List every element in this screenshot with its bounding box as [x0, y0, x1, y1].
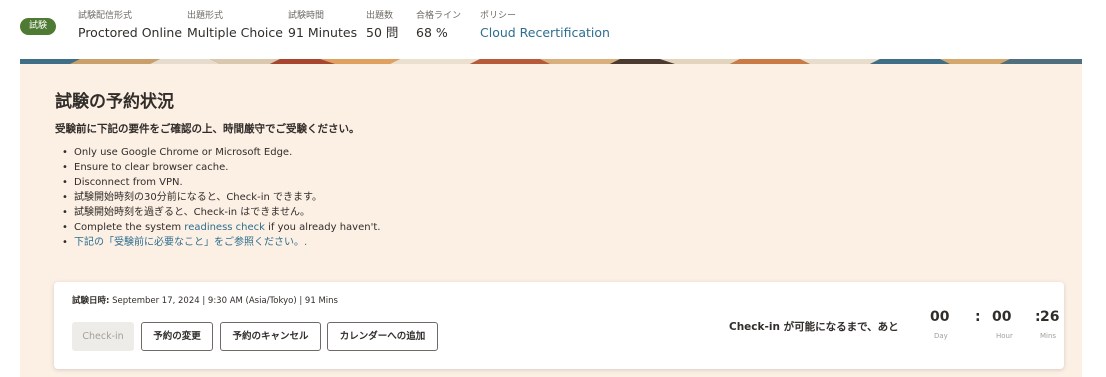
countdown-hours: 00 — [992, 309, 1012, 325]
page-subtitle: 受験前に下記の要件をご確認の上、時間厳守でご受験ください。 — [55, 123, 360, 135]
exam-datetime-value: September 17, 2024 | 9:30 AM (Asia/Tokyo… — [109, 296, 338, 306]
meta-duration-value: 91 Minutes — [288, 25, 358, 40]
meta-passing-value: 68 % — [416, 25, 448, 40]
countdown-days-unit: Day — [934, 332, 948, 340]
meta-delivery-key: 試験配信形式 — [78, 11, 133, 21]
meta-format-key: 出題形式 — [187, 11, 224, 21]
countdown-hours-unit: Hour — [996, 332, 1013, 340]
see-below-link[interactable]: 下記の「受験前に必要なこと」をご参照ください。. — [60, 235, 380, 250]
requirement-item: Ensure to clear browser cache. — [60, 160, 380, 175]
policy-link[interactable]: Cloud Recertification — [480, 24, 610, 42]
decorative-banner — [20, 54, 1082, 64]
exam-datetime: 試験日時: September 17, 2024 | 9:30 AM (Asia… — [72, 294, 338, 306]
add-to-calendar-button[interactable]: カレンダーへの追加 — [327, 322, 438, 351]
booking-card: 試験日時: September 17, 2024 | 9:30 AM (Asia… — [54, 282, 1064, 369]
readiness-text-after: if you already haven't. — [264, 222, 381, 233]
meta-format: 出題形式 Multiple Choice — [187, 11, 283, 42]
requirement-item: 試験開始時刻の30分前になると、Check-in できます。 — [60, 190, 380, 205]
readiness-check-link[interactable]: readiness check — [184, 222, 265, 233]
meta-policy: ポリシー Cloud Recertification — [480, 11, 610, 42]
readiness-text-before: Complete the system — [74, 222, 185, 233]
meta-delivery-value: Proctored Online — [78, 25, 183, 40]
meta-passing-key: 合格ライン — [416, 11, 462, 21]
requirement-item: Only use Google Chrome or Microsoft Edge… — [60, 145, 380, 160]
exam-datetime-label: 試験日時: — [72, 296, 110, 306]
countdown-minutes-unit: Mins — [1040, 332, 1057, 340]
meta-duration-key: 試験時間 — [288, 11, 325, 21]
requirement-item: 試験開始時刻を過ぎると、Check-in はできません。 — [60, 205, 380, 220]
meta-delivery: 試験配信形式 Proctored Online — [78, 11, 182, 42]
countdown-separator: : — [975, 309, 981, 325]
exam-meta-bar: 試験 試験配信形式 Proctored Online 出題形式 Multiple… — [0, 0, 1106, 48]
meta-policy-key: ポリシー — [480, 11, 517, 21]
meta-questions: 出題数 50 問 — [366, 11, 398, 42]
meta-questions-key: 出題数 — [366, 11, 394, 21]
page-title: 試験の予約状況 — [55, 92, 174, 112]
meta-questions-value: 50 問 — [366, 25, 399, 40]
meta-passing: 合格ライン 68 % — [416, 11, 461, 42]
change-reservation-button[interactable]: 予約の変更 — [141, 322, 213, 351]
requirement-item: Disconnect from VPN. — [60, 175, 380, 190]
countdown-label: Check-in が可能になるまで、あと — [729, 321, 899, 333]
meta-format-value: Multiple Choice — [187, 25, 283, 40]
meta-duration: 試験時間 91 Minutes — [288, 11, 357, 42]
countdown-days: 00 — [930, 309, 950, 325]
cancel-reservation-button[interactable]: 予約のキャンセル — [220, 322, 321, 351]
reservation-status-panel: 試験の予約状況 受験前に下記の要件をご確認の上、時間厳守でご受験ください。 On… — [20, 64, 1082, 377]
countdown-minutes: 26 — [1040, 309, 1060, 325]
requirements-list: Only use Google Chrome or Microsoft Edge… — [60, 145, 380, 250]
exam-badge: 試験 — [20, 18, 56, 35]
checkin-button[interactable]: Check-in — [72, 322, 134, 351]
requirement-item: Complete the system readiness check if y… — [60, 220, 380, 235]
